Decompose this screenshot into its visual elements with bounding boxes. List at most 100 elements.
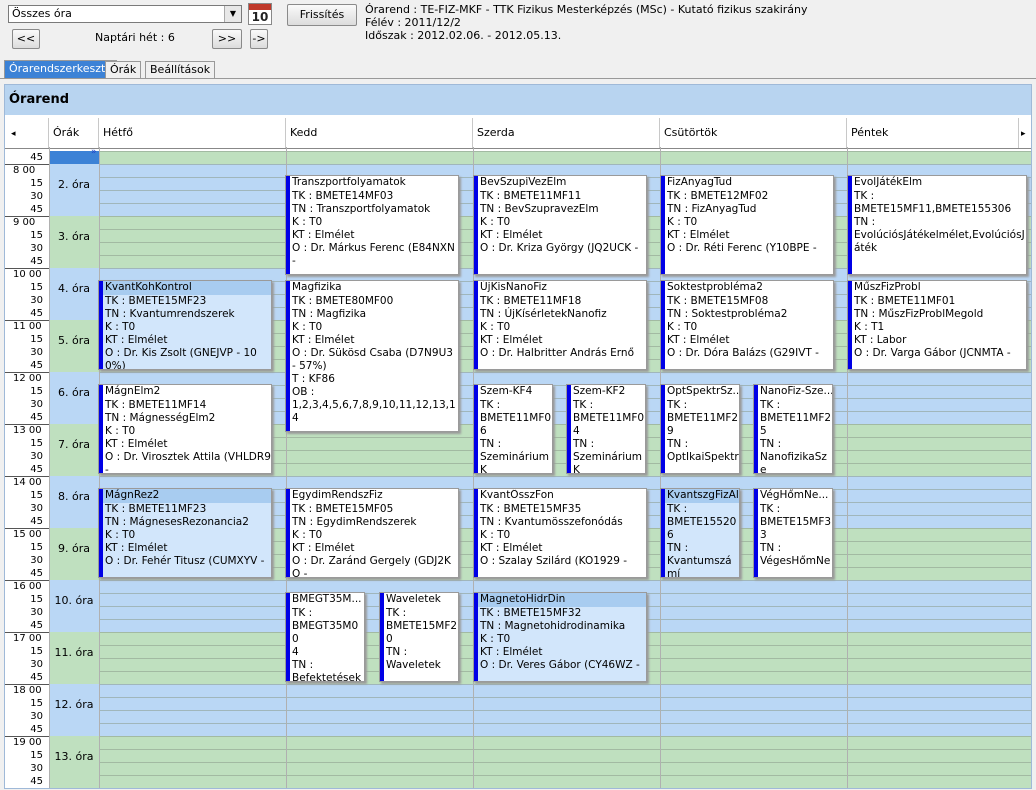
course-detail: TN : MágnesesRezonancia2	[105, 516, 249, 528]
hour-divider	[5, 528, 49, 529]
timetable-panel: Órarend ◂ Órák Hétfő Kedd Szerda Csütört…	[4, 84, 1032, 789]
time-label: 30	[30, 659, 43, 670]
time-label: 15	[30, 594, 43, 605]
chevron-down-icon[interactable]: ▼	[224, 6, 241, 22]
course-detail: TN : ÚjKísérletekNanofiz	[480, 308, 607, 320]
course-detail: O : Dr. Márkus Ferenc (E84NXN -	[292, 242, 455, 267]
course-card[interactable]: MágnRez2 TK : BMETE11MF23 TN : MágnesesRez…	[98, 488, 272, 578]
tab-orak[interactable]: Órák	[105, 61, 142, 79]
course-detail: NanofizikaSze	[760, 451, 827, 474]
next-week-button[interactable]: >>	[212, 29, 242, 49]
course-detail: K : T0	[105, 321, 136, 333]
time-label: 15	[30, 698, 43, 709]
lesson-label: 3. óra	[58, 230, 90, 243]
time-label: 15	[30, 750, 43, 761]
time-label: 45	[30, 308, 43, 319]
course-card[interactable]: KvantszgFizAl TK : BMETE15520 6 TN : Kvantums…	[660, 488, 740, 578]
time-label: 45	[30, 464, 43, 475]
week-label: Naptári hét : 6	[95, 31, 175, 44]
card-accent-bar	[661, 176, 665, 274]
tab-beallitasok[interactable]: Beállítások	[145, 61, 216, 79]
time-label: 30	[30, 711, 43, 722]
course-detail: Befektetések	[292, 672, 362, 682]
hour-divider	[5, 216, 49, 217]
course-card[interactable]: Szem-KF4 TK : BMETE11MF0 6 TN : SzemináriumK	[473, 384, 553, 474]
course-card[interactable]: MagnetoHidrDin TK : BMETE15MF32 TN : Magne…	[473, 592, 647, 682]
course-card[interactable]: ÚjKisNanoFiz TK : BMETE11MF18 TN : ÚjKísér…	[473, 280, 647, 370]
scroll-left-button[interactable]: ◂	[5, 118, 49, 148]
course-detail: TN :	[760, 542, 782, 554]
course-card[interactable]: MágnElm2 TK : BMETE11MF14 TN : MágnességEl…	[98, 384, 272, 474]
grid-line	[99, 749, 1031, 750]
lesson-label: 6. óra	[58, 386, 90, 399]
time-label: 45	[30, 152, 43, 163]
course-card[interactable]: FizAnyagTud TK : BMETE12MF02 TN : FizAnyag…	[660, 175, 834, 275]
time-label: 15	[30, 230, 43, 241]
course-detail: 5	[760, 425, 767, 437]
time-label: 30	[30, 191, 43, 202]
course-detail: 6	[480, 425, 487, 437]
grid-line	[99, 151, 1031, 152]
course-detail: BMETE15MF3	[760, 516, 832, 528]
course-card[interactable]: KvantKohKontrol TK : BMETE15MF23 TN : Kvan…	[98, 280, 272, 370]
course-card[interactable]: OptSpektrSz... TK : BMETE11MF2 9 TN : OptIkai…	[660, 384, 740, 474]
time-band	[99, 151, 1031, 164]
course-detail: O : Dr. Kriza György (JQ2UCK -	[480, 242, 639, 254]
grid-line	[99, 762, 1031, 763]
time-label: 45	[30, 776, 43, 787]
course-card[interactable]: NanoFiz-Sze... TK : BMETE11MF2 5 TN : Nanofiz…	[753, 384, 833, 474]
grid-line	[99, 164, 1031, 165]
course-detail: TK : BMETE15MF23	[105, 295, 207, 307]
course-detail: TK : BMETE11MF23	[105, 503, 207, 515]
course-title: KvantÖsszFon	[480, 489, 554, 501]
calendar-icon[interactable]: 10	[248, 3, 272, 25]
course-detail: KT : Elmélet	[480, 646, 543, 658]
filter-combo[interactable]: Összes óra ▼	[8, 5, 242, 23]
time-label: 15	[30, 646, 43, 657]
time-label: 16 00	[13, 581, 42, 592]
goto-week-button[interactable]: ->	[250, 29, 268, 49]
course-card[interactable]: Magfizika TK : BMETE80MF00 TN : Magfizika K…	[285, 280, 459, 432]
prev-week-button[interactable]: <<	[12, 29, 40, 49]
course-card[interactable]: VégHőmNe... TK : BMETE15MF3 3 TN : VégesHőmNe	[753, 488, 833, 578]
course-card[interactable]: Transzportfolyamatok TK : BMETE14MF03 TN :…	[285, 175, 459, 275]
course-detail: TN : MágnességElm2	[105, 412, 216, 424]
time-label: 30	[30, 347, 43, 358]
course-detail: KT : Elmélet	[480, 542, 543, 554]
course-title: OptSpektrSz...	[667, 385, 739, 397]
course-detail: BMEGT35M00	[292, 620, 359, 645]
time-label: 15	[30, 490, 43, 501]
info-line-3: Időszak : 2012.02.06. - 2012.05.13.	[365, 29, 562, 42]
course-card[interactable]: EgydimRendszFiz TK : BMETE15MF05 TN : Egyd…	[285, 488, 459, 578]
course-card[interactable]: KvantÖsszFon TK : BMETE15MF35 TN : Kvantum…	[473, 488, 647, 578]
course-title: VégHőmNe...	[760, 489, 829, 501]
course-card[interactable]: Soktestprobléma2 TK : BMETE15MF08 TN : Sok…	[660, 280, 834, 370]
course-title: Szem-KF2	[573, 385, 626, 397]
time-label: 17 00	[13, 633, 42, 644]
course-detail: OptIkaiSpektr	[667, 451, 739, 463]
course-card[interactable]: BevSzupiVezElm TK : BMETE11MF11 TN : BevSz…	[473, 175, 647, 275]
time-label: 45	[30, 568, 43, 579]
hour-divider	[5, 580, 49, 581]
grid-line	[99, 684, 1031, 685]
course-card[interactable]: Waveletek TK : BMETE15MF2 0 TN : Waveletek	[379, 592, 459, 682]
column-header-csutortok: Csütörtök	[660, 118, 847, 148]
time-label: 15	[30, 542, 43, 553]
lesson-label: 2. óra	[58, 178, 90, 191]
tab-orarendszerkeszto[interactable]: Órarendszerkesztő	[4, 60, 118, 79]
course-card[interactable]: EvolJátékElm TK : BMETE15MF11,BMETE155306 T…	[847, 175, 1027, 275]
refresh-button[interactable]: Frissítés	[287, 4, 357, 26]
tab-divider	[0, 78, 1036, 79]
course-detail: 9	[667, 425, 674, 437]
course-card[interactable]: Szem-KF2 TK : BMETE11MF0 4 TN : SzemináriumK	[566, 384, 646, 474]
course-detail: O : Dr. Sükösd Csaba (D7N9U3 - 57%)	[292, 347, 453, 372]
scroll-right-button[interactable]: ▸	[1019, 118, 1031, 148]
time-label: 30	[30, 451, 43, 462]
course-detail: 4	[573, 425, 580, 437]
course-card[interactable]: BMEGT35M... TK : BMEGT35M00 4 TN : Befektetés…	[285, 592, 365, 682]
course-card[interactable]: MűszFizProbl TK : BMETE11MF01 TN : MűszFiz…	[847, 280, 1027, 370]
course-detail: TK :	[760, 399, 781, 411]
time-label: 18 00	[13, 685, 42, 696]
course-detail: K : T0	[667, 321, 698, 333]
course-detail: K : T0	[480, 216, 511, 228]
